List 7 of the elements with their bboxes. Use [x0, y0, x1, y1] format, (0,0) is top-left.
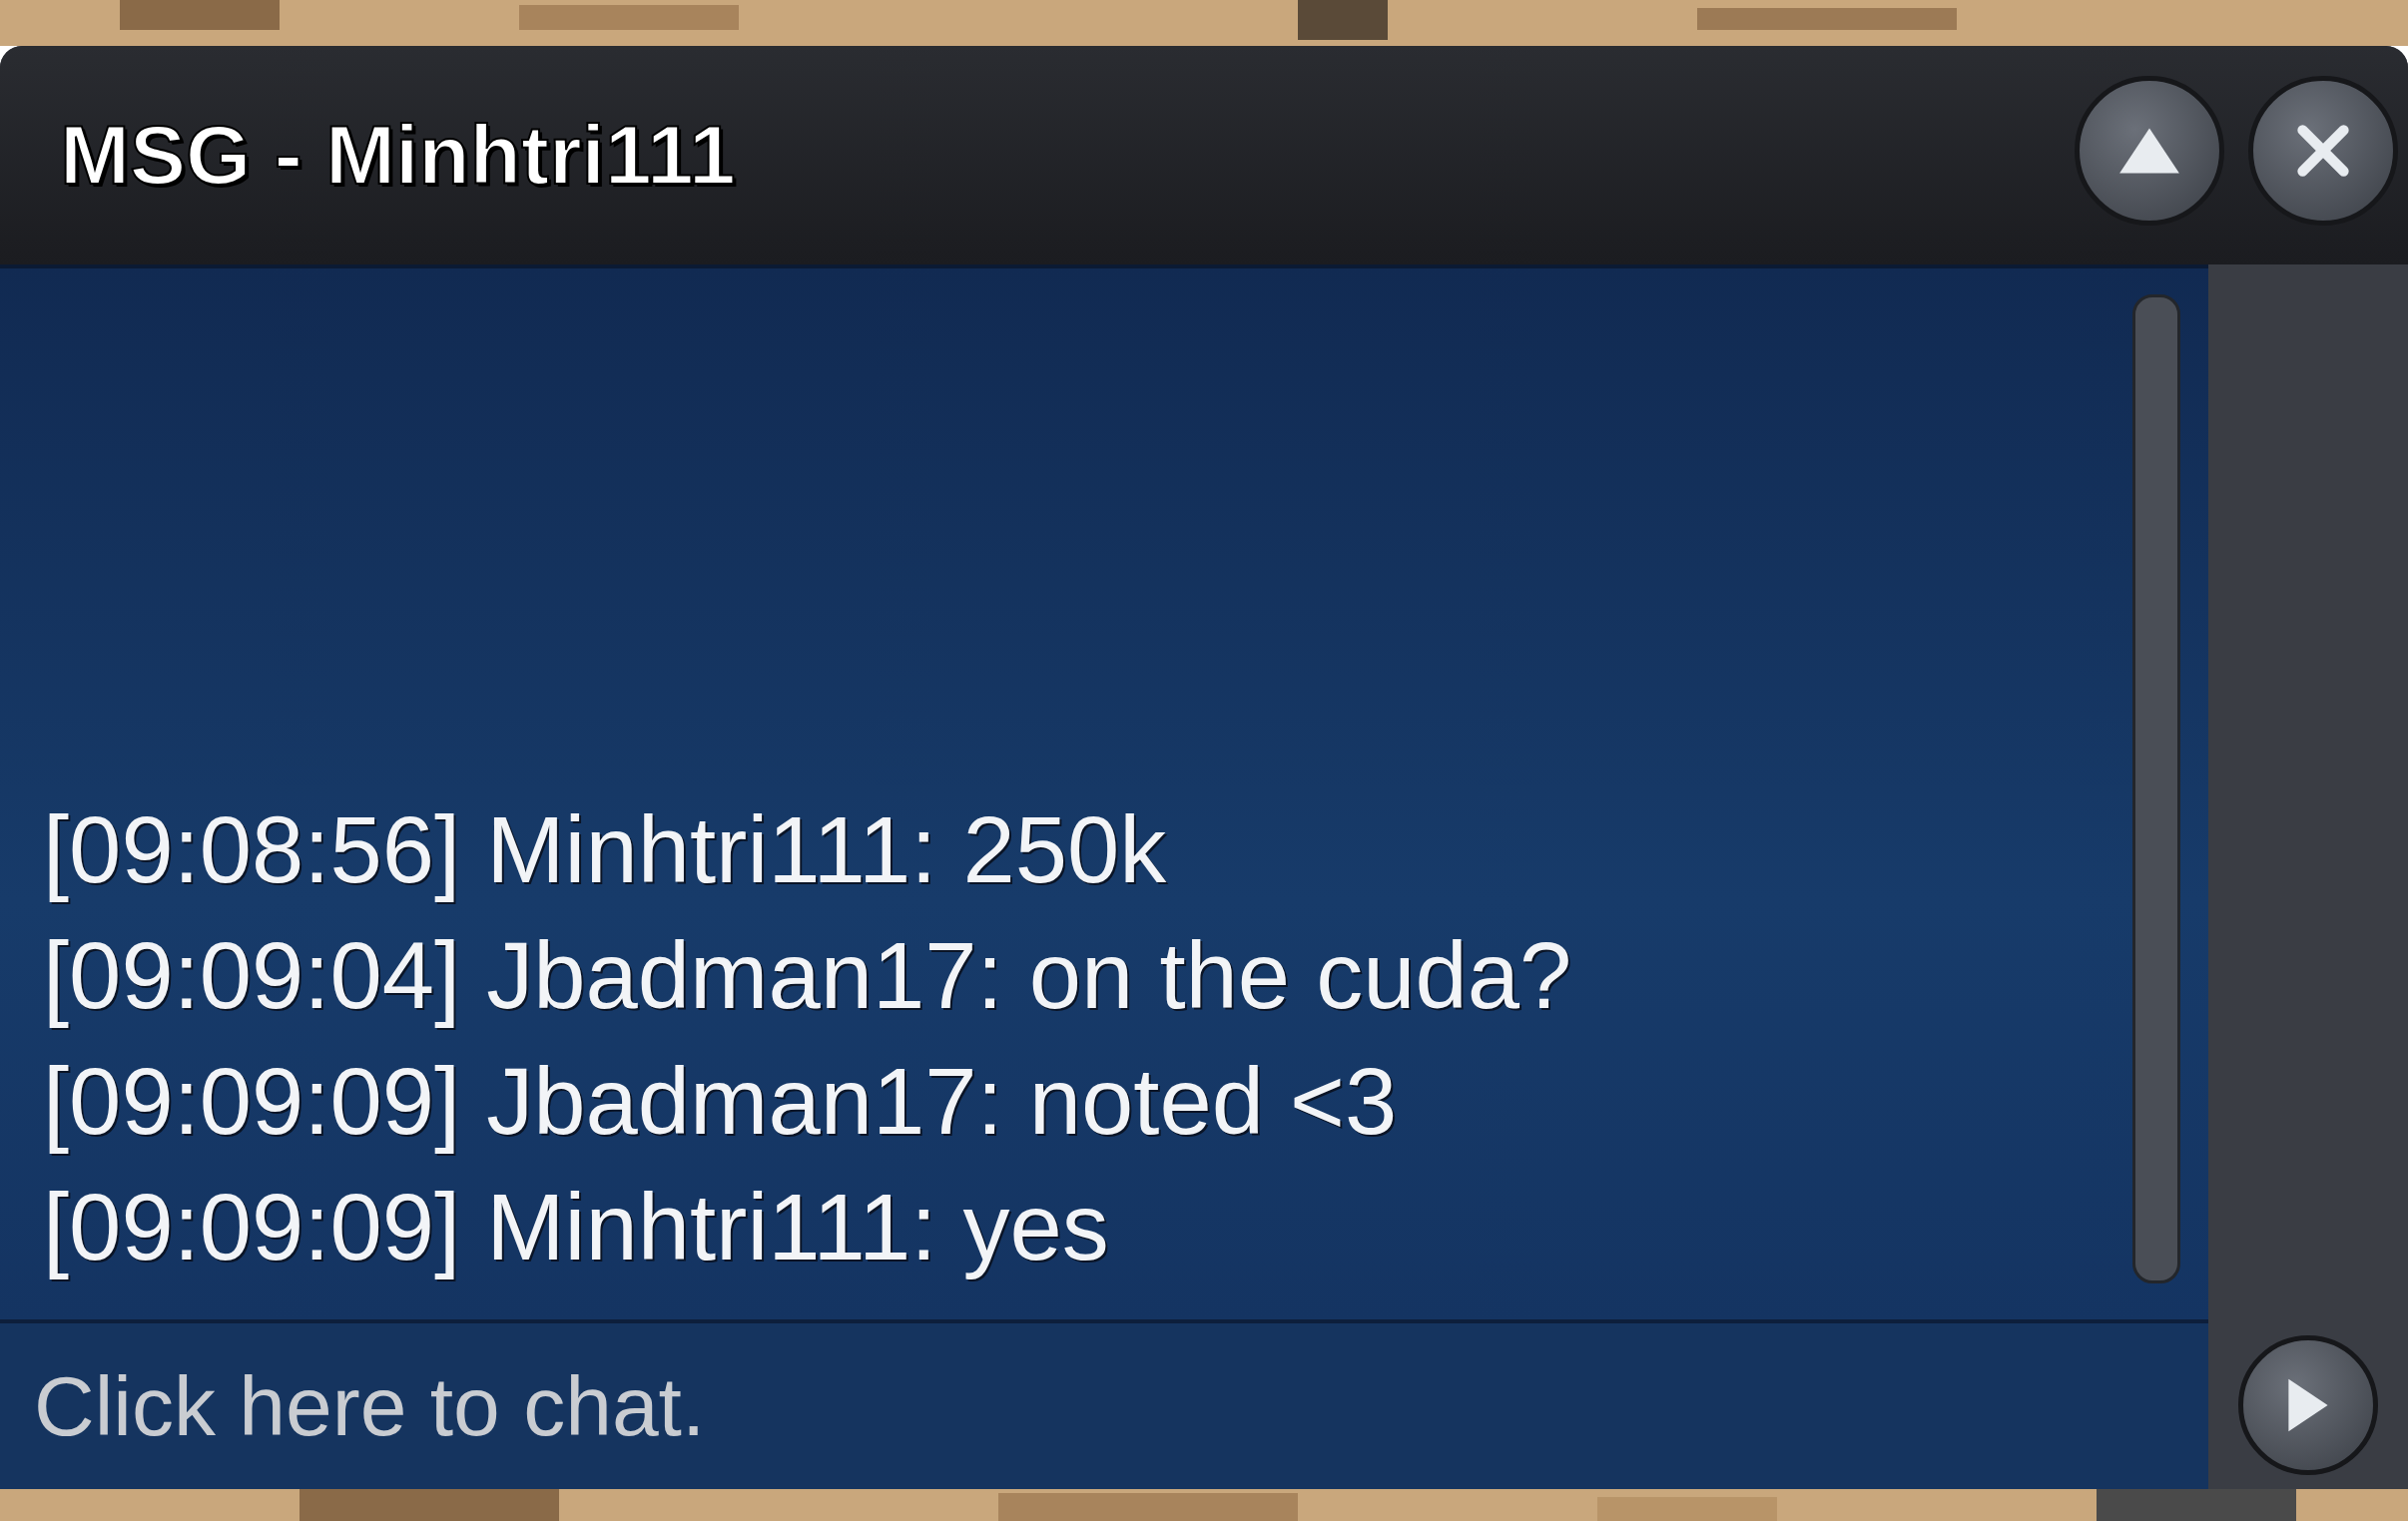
- chat-input[interactable]: Click here to chat.: [0, 1319, 2208, 1489]
- chat-message: [09:09:04] Jbadman17: on the cuda?: [43, 922, 1572, 1030]
- window-title: MSG - Minhtri111: [60, 107, 736, 204]
- chat-message: [09:08:56] Minhtri111: 250k: [43, 796, 1168, 904]
- chat-message: [09:09:09] Minhtri111: yes: [43, 1174, 1110, 1281]
- chat-message: [09:09:09] Jbadman17: noted <3: [43, 1048, 1399, 1156]
- scrollbar[interactable]: [2132, 294, 2180, 1283]
